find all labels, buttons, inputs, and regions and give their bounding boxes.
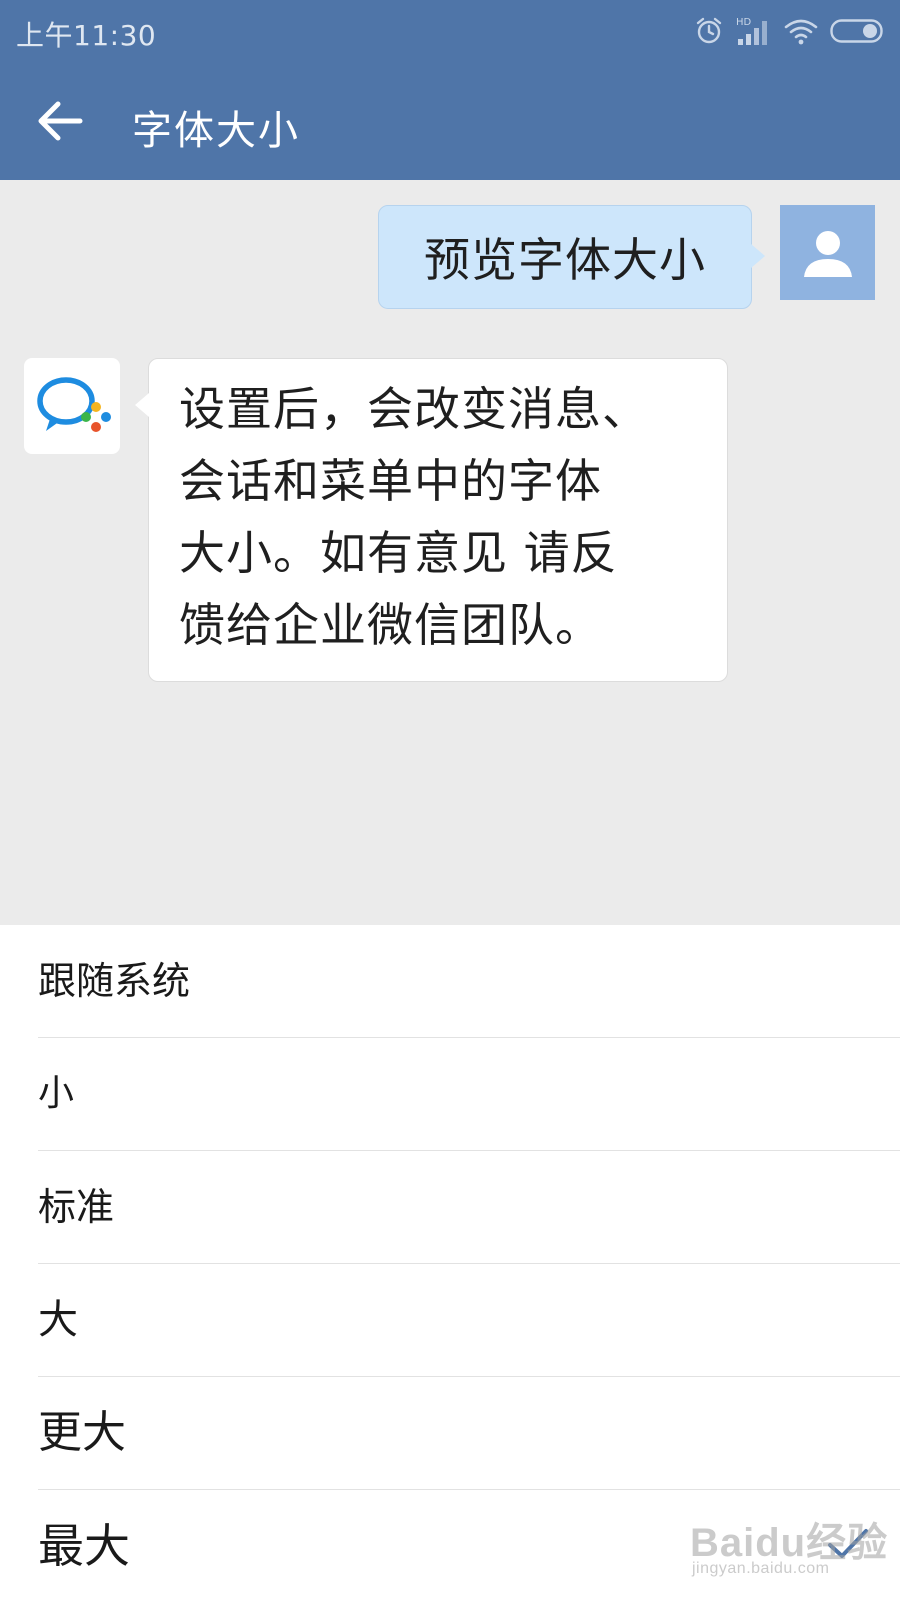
alarm-icon <box>694 16 724 46</box>
hd-label: HD <box>736 17 752 28</box>
back-button[interactable] <box>30 90 92 152</box>
wecom-logo-icon <box>37 377 111 432</box>
watermark-url-text: jingyan.baidu.com <box>692 1560 830 1577</box>
option-label: 更大 <box>38 1407 126 1458</box>
option-standard[interactable]: 标准 <box>38 1151 900 1264</box>
font-size-settings-screen: 上午11:30 HD 字体大小 预览字体大小 设置后，会改变消息、 会话和菜单中… <box>0 0 900 1600</box>
option-small[interactable]: 小 <box>38 1038 900 1151</box>
option-larger[interactable]: 更大 <box>38 1377 900 1490</box>
option-label: 大 <box>38 1297 78 1343</box>
option-label: 小 <box>38 1073 75 1114</box>
baidu-jingyan-watermark: Baidu经验 jingyan.baidu.com <box>690 1510 890 1590</box>
app-bar: 字体大小 <box>0 62 900 180</box>
battery-icon <box>830 18 886 44</box>
bot-message-line: 设置后，会改变消息、 <box>179 382 649 436</box>
font-size-options-list: 跟随系统 小 标准 大 更大 最大 <box>0 925 900 1600</box>
hd-signal-icon: HD <box>736 15 772 47</box>
status-time: 上午11:30 <box>16 19 157 52</box>
user-avatar <box>780 205 875 300</box>
wecom-logo-avatar <box>24 358 120 454</box>
option-label: 标准 <box>38 1185 115 1229</box>
option-follow-system[interactable]: 跟随系统 <box>38 925 900 1038</box>
option-large[interactable]: 大 <box>38 1264 900 1377</box>
option-label: 最大 <box>38 1519 130 1573</box>
bot-message-line: 大小。如有意见 请反 <box>179 526 618 580</box>
bot-message-line: 馈给企业微信团队。 <box>179 598 602 652</box>
user-message-bubble: 预览字体大小 <box>378 205 765 309</box>
wifi-icon <box>784 17 818 45</box>
option-label: 跟随系统 <box>38 959 191 1003</box>
bot-message-line: 会话和菜单中的字体 <box>179 454 602 508</box>
arrow-left-icon <box>38 101 83 141</box>
status-icons: HD <box>694 14 886 48</box>
bot-message-bubble: 设置后，会改变消息、 会话和菜单中的字体 大小。如有意见 请反 馈给企业微信团队… <box>135 358 728 682</box>
page-title: 字体大小 <box>132 108 300 154</box>
status-bar: 上午11:30 HD <box>0 0 900 62</box>
person-icon <box>803 230 852 277</box>
chat-preview: 预览字体大小 设置后，会改变消息、 会话和菜单中的字体 大小。如有意见 请反 馈… <box>0 180 900 925</box>
